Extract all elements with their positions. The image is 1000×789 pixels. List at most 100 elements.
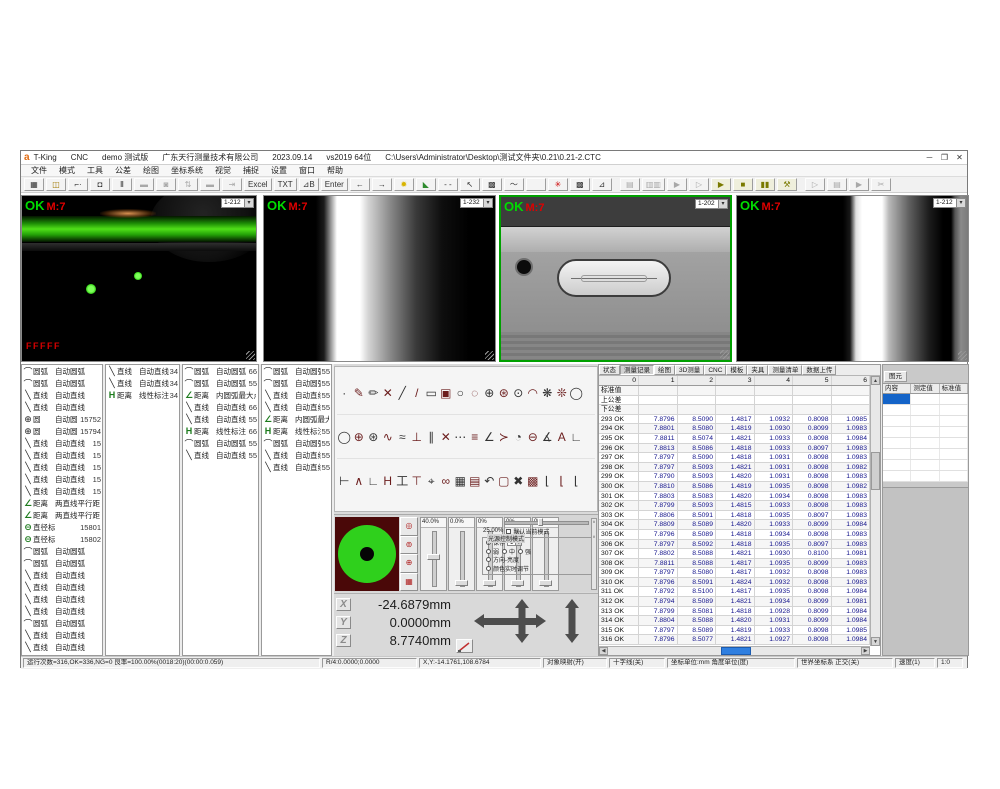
ring-light-preview[interactable] — [335, 517, 399, 591]
chevron-down-icon[interactable]: ▾ — [718, 200, 727, 208]
status-section-7[interactable]: 速度(1) — [895, 658, 935, 668]
table-row[interactable]: 303 OK7.88068.50911.48181.09350.80971.09… — [599, 511, 870, 521]
table-row[interactable]: 300 OK7.88108.50861.48191.09350.80981.09… — [599, 482, 870, 492]
light-select-button-4[interactable]: ▦ — [400, 573, 418, 592]
toolbar-enter-button[interactable]: Enter — [321, 178, 348, 191]
list-item[interactable]: ⌒圆弧自动圆弧66 — [183, 365, 258, 377]
palette-tool-icon-r3-5[interactable]: 工 — [395, 474, 410, 488]
toolbar-blank-icon[interactable] — [526, 178, 546, 191]
status-section-6[interactable]: 世界坐标系 正交(关) — [797, 658, 893, 668]
scroll-down-icon[interactable]: ▼ — [871, 637, 880, 646]
palette-tool-icon-r3-15[interactable]: ⌊ — [540, 474, 555, 488]
table-row[interactable]: 311 OK7.87928.51001.48171.09350.80981.09… — [599, 587, 870, 597]
tab-1[interactable]: 测量记录 — [620, 365, 654, 375]
tab-4[interactable]: CNC — [704, 365, 726, 375]
detail-cell[interactable] — [883, 416, 911, 426]
palette-tool-icon-r3-14[interactable]: ▩ — [526, 474, 541, 488]
toolbar-dash-icon[interactable]: - - — [438, 178, 458, 191]
list-item[interactable]: ⌒圆弧自动圆弧 — [22, 365, 102, 377]
detail-row[interactable] — [883, 449, 968, 460]
maximize-button[interactable]: ❐ — [937, 152, 952, 164]
palette-tool-icon-r3-12[interactable]: ▢ — [497, 474, 512, 488]
list-item[interactable]: ⌒圆弧自动圆弧 — [22, 377, 102, 389]
toolbar-stop-icon[interactable]: ■ — [733, 178, 753, 191]
toolbar-runner-icon[interactable]: ⚒ — [777, 178, 797, 191]
list-item[interactable]: H距离线性标注34 — [106, 389, 179, 401]
menu-item-6[interactable]: 视觉 — [209, 165, 237, 176]
camera4-lens-select[interactable]: 1-212▾ — [933, 198, 966, 208]
scroll-left-icon[interactable]: ◀ — [599, 647, 608, 655]
minimize-button[interactable]: ─ — [922, 152, 937, 164]
list-item[interactable]: ╲直线自动直线34 — [106, 377, 179, 389]
palette-tool-icon-r2-16[interactable]: A — [555, 430, 570, 444]
menu-item-4[interactable]: 绘图 — [137, 165, 165, 176]
detail-row[interactable] — [883, 394, 968, 405]
palette-tool-icon-r3-11[interactable]: ↶ — [482, 474, 497, 488]
list-item[interactable]: ⌒圆弧自动圆弧55 — [183, 377, 258, 389]
palette-tool-icon-r2-5[interactable]: ≈ — [395, 430, 410, 444]
toolbar-edge-tool-icon[interactable]: Ⅱ — [112, 178, 132, 191]
detail-cell[interactable] — [911, 427, 939, 437]
chevron-down-icon[interactable]: ▾ — [483, 199, 492, 207]
table-row[interactable]: 308 OK7.88118.50881.48171.09350.80991.09… — [599, 559, 870, 569]
detail-cell[interactable] — [883, 449, 911, 459]
toolbar-line-probe-icon[interactable]: ⌐· — [68, 178, 88, 191]
list-item[interactable]: ╲直线自动直线15 — [22, 449, 102, 461]
table-row[interactable]: 294 OK7.88018.50801.48191.09300.80991.09… — [599, 424, 870, 434]
status-section-5[interactable]: 坐标单位:mm 角度单位(度) — [667, 658, 795, 668]
palette-tool-icon-r3-17[interactable]: ⌊ — [569, 474, 584, 488]
tab-element[interactable]: 图元 — [884, 371, 907, 382]
list-item[interactable]: ⊕圆自动圆15752 — [22, 413, 102, 425]
palette-tool-icon-r2-13[interactable]: ◔ — [511, 430, 526, 444]
toolbar-matrix-icon[interactable]: ▩ — [570, 178, 590, 191]
palette-tool-icon-r3-2[interactable]: ∧ — [352, 474, 367, 488]
table-row[interactable]: 309 OK7.87978.50801.48171.09320.80981.09… — [599, 568, 870, 578]
palette-tool-icon-r1-10[interactable]: ◌ — [468, 386, 483, 400]
close-button[interactable]: ✕ — [952, 152, 967, 164]
palette-tool-icon-r3-9[interactable]: ▦ — [453, 474, 468, 488]
detail-cell[interactable] — [911, 416, 939, 426]
camera-view-1[interactable]: OKM:7 1-212▾ FFFFF — [21, 195, 257, 362]
detail-row[interactable] — [883, 471, 968, 482]
palette-tool-icon-r2-12[interactable]: ≻ — [497, 430, 512, 444]
detail-cell[interactable] — [940, 427, 968, 437]
table-row[interactable]: 305 OK7.87968.50891.48181.09340.80981.09… — [599, 530, 870, 540]
list-item[interactable]: ╲直线自动直线55 — [262, 389, 331, 401]
palette-tool-icon-r2-4[interactable]: ∿ — [381, 430, 396, 444]
table-row[interactable]: 298 OK7.87978.50931.48211.09310.80981.09… — [599, 463, 870, 473]
toolbar-txt-button[interactable]: TXT — [274, 178, 297, 191]
scrollbar-thumb[interactable] — [721, 647, 751, 655]
detail-row[interactable] — [883, 427, 968, 438]
table-row-下公差[interactable]: 下公差 — [599, 405, 870, 415]
table-vertical-scrollbar[interactable]: ▲ ▼ — [870, 376, 880, 646]
palette-tool-icon-r1-12[interactable]: ⊛ — [497, 386, 512, 400]
tab-0[interactable]: 状态 — [599, 365, 620, 375]
palette-tool-icon-r2-15[interactable]: ∡ — [540, 430, 555, 444]
chevron-down-icon[interactable]: ▾ — [956, 199, 965, 207]
toolbar-chart-icon[interactable]: ⊿ — [592, 178, 612, 191]
detail-row[interactable] — [883, 438, 968, 449]
table-row-标准值[interactable]: 标准值 — [599, 386, 870, 396]
list-item[interactable]: ∠距离内圆弧最大点 — [183, 389, 258, 401]
palette-tool-icon-r1-14[interactable]: ◠ — [526, 386, 541, 400]
table-row[interactable]: 306 OK7.87978.50921.48181.09350.80971.09… — [599, 540, 870, 550]
list-item[interactable]: ⌒圆弧自动圆弧55 — [262, 365, 331, 377]
toolbar-open-icon[interactable]: ◫ — [46, 178, 66, 191]
palette-tool-icon-r3-1[interactable]: ⊢ — [337, 474, 352, 488]
detail-cell[interactable] — [940, 405, 968, 415]
list-item[interactable]: ╲直线自动直线 — [22, 581, 102, 593]
camera2-lens-select[interactable]: 1-232▾ — [460, 198, 493, 208]
palette-tool-icon-r2-14[interactable]: ⊖ — [526, 430, 541, 444]
table-row[interactable]: 296 OK7.88138.50861.48181.09330.80971.09… — [599, 444, 870, 454]
palette-tool-icon-r3-16[interactable]: ⌊ — [555, 474, 570, 488]
camera-view-4[interactable]: OKM:7 1-212▾ — [736, 195, 969, 362]
list-item[interactable]: ⌒圆弧自动圆弧55 — [183, 437, 258, 449]
toolbar-star-icon[interactable]: ✳ — [548, 178, 568, 191]
list-item[interactable]: ⌒圆弧自动圆弧 — [22, 617, 102, 629]
table-row[interactable]: 304 OK7.88098.50891.48201.09330.80991.09… — [599, 520, 870, 530]
table-row[interactable]: 295 OK7.88118.50741.48211.09330.80981.09… — [599, 434, 870, 444]
list-item[interactable]: ⊖直径标注15802 — [22, 533, 102, 545]
status-section-4[interactable]: 十字线(关) — [609, 658, 665, 668]
list-item[interactable]: ╲直线自动直线15 — [22, 473, 102, 485]
table-row-上公差[interactable]: 上公差 — [599, 396, 870, 406]
